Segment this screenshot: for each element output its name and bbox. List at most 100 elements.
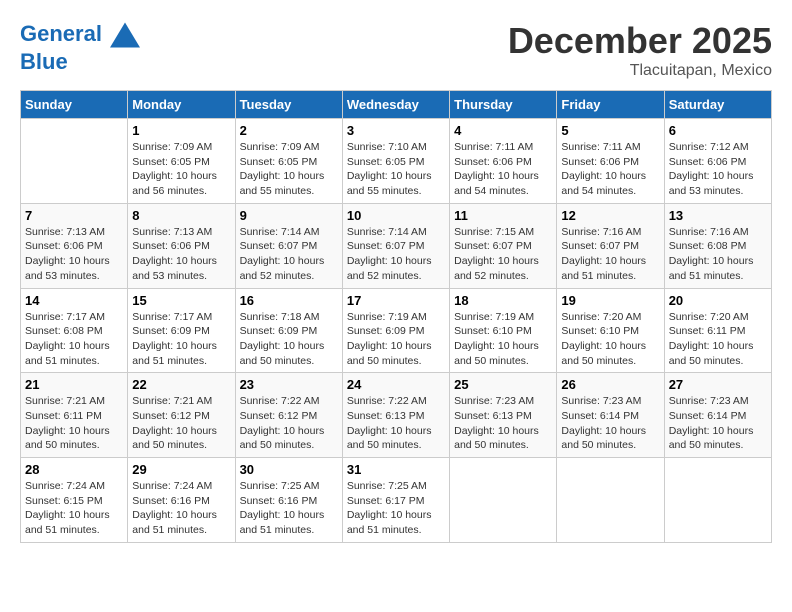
calendar-cell: 3 Sunrise: 7:10 AMSunset: 6:05 PMDaylight…	[342, 119, 449, 204]
day-number: 30	[240, 462, 338, 477]
logo-line2: Blue	[20, 50, 140, 74]
day-info: Sunrise: 7:19 AMSunset: 6:10 PMDaylight:…	[454, 310, 552, 369]
day-info: Sunrise: 7:10 AMSunset: 6:05 PMDaylight:…	[347, 140, 445, 199]
day-number: 6	[669, 123, 767, 138]
day-header-sunday: Sunday	[21, 91, 128, 119]
calendar-cell: 2 Sunrise: 7:09 AMSunset: 6:05 PMDaylight…	[235, 119, 342, 204]
calendar-cell	[21, 119, 128, 204]
day-info: Sunrise: 7:16 AMSunset: 6:07 PMDaylight:…	[561, 225, 659, 284]
calendar-cell: 30 Sunrise: 7:25 AMSunset: 6:16 PMDayligh…	[235, 458, 342, 543]
day-number: 7	[25, 208, 123, 223]
calendar-cell: 16 Sunrise: 7:18 AMSunset: 6:09 PMDayligh…	[235, 288, 342, 373]
day-number: 8	[132, 208, 230, 223]
day-number: 25	[454, 377, 552, 392]
day-number: 12	[561, 208, 659, 223]
day-number: 5	[561, 123, 659, 138]
day-info: Sunrise: 7:23 AMSunset: 6:14 PMDaylight:…	[561, 394, 659, 453]
calendar-cell: 25 Sunrise: 7:23 AMSunset: 6:13 PMDayligh…	[450, 373, 557, 458]
day-info: Sunrise: 7:16 AMSunset: 6:08 PMDaylight:…	[669, 225, 767, 284]
logo-text: General	[20, 20, 140, 50]
calendar-cell: 7 Sunrise: 7:13 AMSunset: 6:06 PMDaylight…	[21, 203, 128, 288]
day-info: Sunrise: 7:24 AMSunset: 6:16 PMDaylight:…	[132, 479, 230, 538]
day-info: Sunrise: 7:15 AMSunset: 6:07 PMDaylight:…	[454, 225, 552, 284]
calendar-cell: 15 Sunrise: 7:17 AMSunset: 6:09 PMDayligh…	[128, 288, 235, 373]
day-header-monday: Monday	[128, 91, 235, 119]
calendar-cell: 23 Sunrise: 7:22 AMSunset: 6:12 PMDayligh…	[235, 373, 342, 458]
day-number: 10	[347, 208, 445, 223]
calendar-cell: 18 Sunrise: 7:19 AMSunset: 6:10 PMDayligh…	[450, 288, 557, 373]
day-number: 2	[240, 123, 338, 138]
title-block: December 2025 Tlacuitapan, Mexico	[508, 20, 772, 80]
day-info: Sunrise: 7:25 AMSunset: 6:17 PMDaylight:…	[347, 479, 445, 538]
day-number: 23	[240, 377, 338, 392]
day-info: Sunrise: 7:20 AMSunset: 6:10 PMDaylight:…	[561, 310, 659, 369]
calendar-cell: 20 Sunrise: 7:20 AMSunset: 6:11 PMDayligh…	[664, 288, 771, 373]
month-title: December 2025	[508, 20, 772, 62]
day-number: 27	[669, 377, 767, 392]
day-header-friday: Friday	[557, 91, 664, 119]
day-info: Sunrise: 7:21 AMSunset: 6:11 PMDaylight:…	[25, 394, 123, 453]
calendar-cell: 27Sunrise: 7:23 AMSunset: 6:14 PMDayligh…	[664, 373, 771, 458]
page-header: General Blue December 2025 Tlacuitapan, …	[20, 20, 772, 80]
day-info: Sunrise: 7:11 AMSunset: 6:06 PMDaylight:…	[454, 140, 552, 199]
calendar-cell: 4 Sunrise: 7:11 AMSunset: 6:06 PMDaylight…	[450, 119, 557, 204]
calendar-cell: 26 Sunrise: 7:23 AMSunset: 6:14 PMDayligh…	[557, 373, 664, 458]
day-number: 16	[240, 293, 338, 308]
day-info: Sunrise: 7:09 AMSunset: 6:05 PMDaylight:…	[240, 140, 338, 199]
day-info: Sunrise: 7:21 AMSunset: 6:12 PMDaylight:…	[132, 394, 230, 453]
calendar-cell: 6Sunrise: 7:12 AMSunset: 6:06 PMDaylight…	[664, 119, 771, 204]
calendar-cell: 14 Sunrise: 7:17 AMSunset: 6:08 PMDayligh…	[21, 288, 128, 373]
day-info: Sunrise: 7:25 AMSunset: 6:16 PMDaylight:…	[240, 479, 338, 538]
day-info: Sunrise: 7:17 AMSunset: 6:08 PMDaylight:…	[25, 310, 123, 369]
day-number: 15	[132, 293, 230, 308]
day-info: Sunrise: 7:23 AMSunset: 6:13 PMDaylight:…	[454, 394, 552, 453]
calendar-cell: 13 Sunrise: 7:16 AMSunset: 6:08 PMDayligh…	[664, 203, 771, 288]
calendar-table: SundayMondayTuesdayWednesdayThursdayFrid…	[20, 90, 772, 543]
calendar-cell: 11 Sunrise: 7:15 AMSunset: 6:07 PMDayligh…	[450, 203, 557, 288]
day-header-tuesday: Tuesday	[235, 91, 342, 119]
day-number: 28	[25, 462, 123, 477]
day-info: Sunrise: 7:09 AMSunset: 6:05 PMDaylight:…	[132, 140, 230, 199]
calendar-cell	[664, 458, 771, 543]
day-number: 31	[347, 462, 445, 477]
day-info: Sunrise: 7:13 AMSunset: 6:06 PMDaylight:…	[25, 225, 123, 284]
calendar-cell: 21 Sunrise: 7:21 AMSunset: 6:11 PMDayligh…	[21, 373, 128, 458]
day-info: Sunrise: 7:22 AMSunset: 6:12 PMDaylight:…	[240, 394, 338, 453]
calendar-cell: 29 Sunrise: 7:24 AMSunset: 6:16 PMDayligh…	[128, 458, 235, 543]
day-info: Sunrise: 7:20 AMSunset: 6:11 PMDaylight:…	[669, 310, 767, 369]
day-info: Sunrise: 7:17 AMSunset: 6:09 PMDaylight:…	[132, 310, 230, 369]
day-number: 14	[25, 293, 123, 308]
calendar-cell	[450, 458, 557, 543]
calendar-cell: 12 Sunrise: 7:16 AMSunset: 6:07 PMDayligh…	[557, 203, 664, 288]
day-number: 9	[240, 208, 338, 223]
calendar-cell: 22 Sunrise: 7:21 AMSunset: 6:12 PMDayligh…	[128, 373, 235, 458]
location: Tlacuitapan, Mexico	[508, 62, 772, 80]
calendar-cell: 10 Sunrise: 7:14 AMSunset: 6:07 PMDayligh…	[342, 203, 449, 288]
day-info: Sunrise: 7:18 AMSunset: 6:09 PMDaylight:…	[240, 310, 338, 369]
day-header-thursday: Thursday	[450, 91, 557, 119]
calendar-cell: 17Sunrise: 7:19 AMSunset: 6:09 PMDayligh…	[342, 288, 449, 373]
calendar-cell: 1Sunrise: 7:09 AMSunset: 6:05 PMDaylight…	[128, 119, 235, 204]
day-number: 13	[669, 208, 767, 223]
day-number: 3	[347, 123, 445, 138]
calendar-cell: 19 Sunrise: 7:20 AMSunset: 6:10 PMDayligh…	[557, 288, 664, 373]
day-info: Sunrise: 7:14 AMSunset: 6:07 PMDaylight:…	[347, 225, 445, 284]
day-number: 29	[132, 462, 230, 477]
day-number: 21	[25, 377, 123, 392]
day-header-saturday: Saturday	[664, 91, 771, 119]
day-number: 17	[347, 293, 445, 308]
calendar-cell	[557, 458, 664, 543]
day-number: 22	[132, 377, 230, 392]
day-number: 4	[454, 123, 552, 138]
day-info: Sunrise: 7:24 AMSunset: 6:15 PMDaylight:…	[25, 479, 123, 538]
calendar-cell: 31 Sunrise: 7:25 AMSunset: 6:17 PMDayligh…	[342, 458, 449, 543]
calendar-cell: 28 Sunrise: 7:24 AMSunset: 6:15 PMDayligh…	[21, 458, 128, 543]
calendar-cell: 8Sunrise: 7:13 AMSunset: 6:06 PMDaylight…	[128, 203, 235, 288]
day-number: 19	[561, 293, 659, 308]
day-number: 20	[669, 293, 767, 308]
logo: General Blue	[20, 20, 140, 74]
day-number: 26	[561, 377, 659, 392]
day-number: 18	[454, 293, 552, 308]
calendar-cell: 24Sunrise: 7:22 AMSunset: 6:13 PMDayligh…	[342, 373, 449, 458]
day-number: 11	[454, 208, 552, 223]
